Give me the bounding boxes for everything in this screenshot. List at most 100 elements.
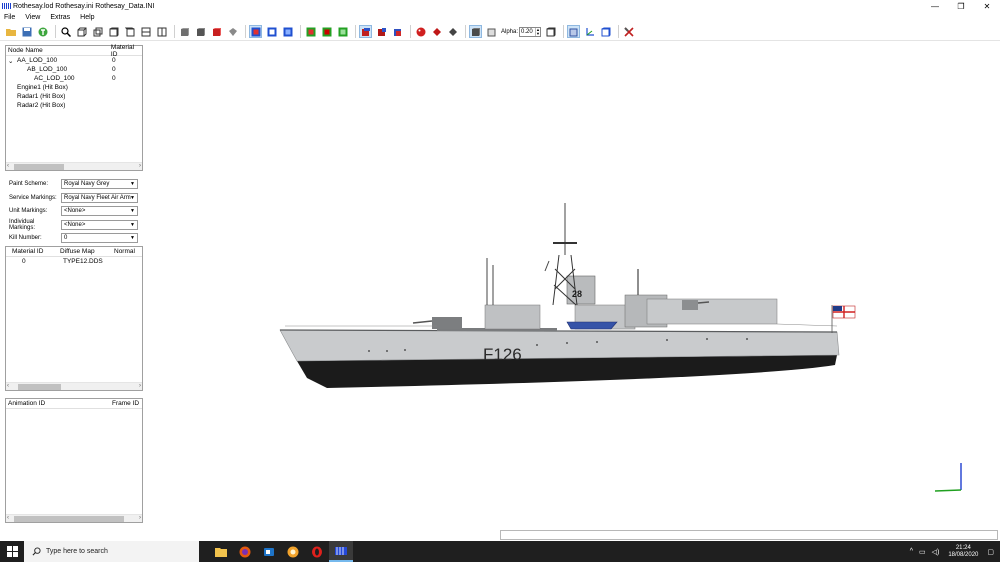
transparency-toggle-button[interactable] xyxy=(469,25,482,38)
grid-toggle-button[interactable] xyxy=(567,25,581,38)
tree-row[interactable]: Radar1 (Hit Box) xyxy=(6,92,142,101)
taskbar-app-yellow[interactable] xyxy=(281,541,305,562)
expander-icon[interactable]: ⌄ xyxy=(8,57,13,65)
individual-markings-value: <None> xyxy=(64,221,86,228)
texture-button[interactable] xyxy=(36,25,49,38)
network-icon[interactable]: ▭ xyxy=(919,548,926,556)
dropdown-arrow-icon[interactable]: ▼ xyxy=(130,208,135,214)
tools-button[interactable] xyxy=(622,25,635,38)
taskbar-mail[interactable] xyxy=(257,541,281,562)
light-2-button[interactable] xyxy=(430,25,443,38)
column-diffuse-map[interactable]: Diffuse Map xyxy=(58,248,112,255)
alpha-cube-button[interactable] xyxy=(485,25,498,38)
axes-toggle-button[interactable] xyxy=(583,25,596,38)
column-frame-id[interactable]: Frame ID xyxy=(110,400,139,407)
column-node-name[interactable]: Node Name xyxy=(6,47,109,54)
paint-scheme-dropdown[interactable]: Royal Navy Grey ▼ xyxy=(61,178,138,189)
solid-red-button[interactable] xyxy=(210,25,223,38)
horizontal-scrollbar[interactable]: ‹ › xyxy=(6,514,142,522)
paint-mode-2-button[interactable] xyxy=(375,25,388,38)
menu-view[interactable]: View xyxy=(25,14,40,21)
wire-cube-icon xyxy=(141,27,150,36)
scroll-right-icon[interactable]: › xyxy=(139,515,141,521)
minimize-button[interactable]: — xyxy=(922,0,948,12)
individual-markings-dropdown[interactable]: <None> ▼ xyxy=(61,219,138,230)
view-back-button[interactable] xyxy=(91,25,104,38)
zoom-fit-button[interactable] xyxy=(59,25,72,38)
scrollbar-thumb[interactable] xyxy=(14,516,124,522)
save-button[interactable] xyxy=(20,25,33,38)
tree-row[interactable]: Engine1 (Hit Box) xyxy=(6,83,142,92)
taskbar-explorer[interactable] xyxy=(209,541,233,562)
scroll-right-icon[interactable]: › xyxy=(139,383,141,389)
green-mode-1-button[interactable] xyxy=(304,25,317,38)
taskbar-firefox[interactable] xyxy=(233,541,257,562)
menu-help[interactable]: Help xyxy=(80,14,94,21)
menu-file[interactable]: File xyxy=(4,14,15,21)
tree-row[interactable]: ⌄ AA_LOD_100 0 xyxy=(6,56,142,65)
alpha-spinbox[interactable]: 0.20 ▲ ▼ xyxy=(519,26,542,37)
spin-arrows-icon[interactable]: ▲ ▼ xyxy=(535,27,540,36)
kill-number-dropdown[interactable]: 0 ▼ xyxy=(61,232,138,243)
bridge-block xyxy=(484,304,541,330)
green-mode-2-button[interactable] xyxy=(320,25,333,38)
taskbar-opera[interactable] xyxy=(305,541,329,562)
blue-mode-2-button[interactable] xyxy=(265,25,278,38)
service-markings-dropdown[interactable]: Royal Navy Fleet Air Arm ▼ xyxy=(61,192,138,203)
bounding-box-button[interactable] xyxy=(544,25,557,38)
view-left-button[interactable] xyxy=(107,25,120,38)
table-row[interactable]: 0 TYPE12.DDS xyxy=(6,257,142,266)
unit-markings-dropdown[interactable]: <None> ▼ xyxy=(61,205,138,216)
solid-dark-button[interactable] xyxy=(194,25,207,38)
volume-icon[interactable]: ◁) xyxy=(932,548,940,556)
taskbar-lod-viewer[interactable] xyxy=(329,541,353,562)
axes-icon xyxy=(585,27,594,36)
dropdown-arrow-icon[interactable]: ▼ xyxy=(130,235,135,241)
model-viewport[interactable]: F126 28 xyxy=(147,43,1000,527)
taskbar-search[interactable]: Type here to search xyxy=(24,541,199,562)
scroll-left-icon[interactable]: ‹ xyxy=(7,383,9,389)
dropdown-arrow-icon[interactable]: ▼ xyxy=(130,181,135,187)
view-bottom-button[interactable] xyxy=(155,25,168,38)
tree-row[interactable]: AC_LOD_100 0 xyxy=(6,74,142,83)
column-normal[interactable]: Normal xyxy=(112,248,135,255)
after-deckhouse xyxy=(646,298,778,325)
chevron-up-icon[interactable]: ^ xyxy=(910,548,913,555)
green-mode-3-button[interactable] xyxy=(336,25,349,38)
view-right-button[interactable] xyxy=(123,25,136,38)
blue-mode-1-button[interactable] xyxy=(249,25,262,38)
blue-mode-3-button[interactable] xyxy=(281,25,294,38)
solid-grey-button[interactable] xyxy=(178,25,191,38)
close-button[interactable]: ✕ xyxy=(974,0,1000,12)
dropdown-arrow-icon[interactable]: ▼ xyxy=(130,222,135,228)
light-3-button[interactable] xyxy=(446,25,459,38)
scroll-left-icon[interactable]: ‹ xyxy=(7,515,9,521)
horizontal-scrollbar[interactable]: ‹ › xyxy=(6,162,142,170)
horizontal-scrollbar[interactable]: ‹ › xyxy=(6,382,142,390)
open-button[interactable] xyxy=(4,25,17,38)
notification-icon[interactable]: ▢ xyxy=(987,548,994,556)
scrollbar-thumb[interactable] xyxy=(14,164,64,170)
normals-toggle-button[interactable] xyxy=(599,25,612,38)
paint-mode-1-button[interactable] xyxy=(359,25,372,38)
solid-shaded-button[interactable] xyxy=(226,25,239,38)
dropdown-arrow-icon[interactable]: ▼ xyxy=(130,195,135,201)
view-front-button[interactable] xyxy=(75,25,88,38)
column-animation-id[interactable]: Animation ID xyxy=(6,400,110,407)
tree-row[interactable]: Radar2 (Hit Box) xyxy=(6,101,142,110)
node-name: AA_LOD_100 xyxy=(17,57,58,64)
scrollbar-thumb[interactable] xyxy=(18,384,61,390)
blue-box-icon xyxy=(283,27,292,36)
paint-mode-3-button[interactable] xyxy=(391,25,404,38)
column-material-id[interactable]: Material ID xyxy=(6,248,58,255)
light-1-button[interactable] xyxy=(414,25,427,38)
menu-extras[interactable]: Extras xyxy=(50,14,70,21)
restore-button[interactable]: ❐ xyxy=(948,0,974,12)
view-top-button[interactable] xyxy=(139,25,152,38)
pennant-number: F126 xyxy=(483,345,522,364)
scroll-right-icon[interactable]: › xyxy=(139,163,141,169)
start-button[interactable] xyxy=(0,541,24,562)
clock[interactable]: 21:24 18/08/2020 xyxy=(948,545,978,559)
scroll-left-icon[interactable]: ‹ xyxy=(7,163,9,169)
tree-row[interactable]: AB_LOD_100 0 xyxy=(6,65,142,74)
